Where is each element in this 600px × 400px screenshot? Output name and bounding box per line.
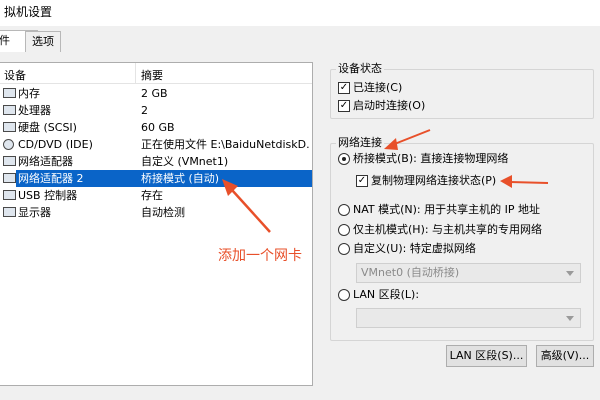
device-summary: 2 bbox=[141, 104, 148, 117]
chevron-down-icon bbox=[566, 271, 574, 276]
replicate-state-checkbox[interactable]: ✓ bbox=[356, 175, 368, 187]
device-summary: 60 GB bbox=[141, 121, 175, 134]
bridged-label[interactable]: 桥接模式(B): 直接连接物理网络 bbox=[353, 152, 508, 166]
device-row-cd-dvd[interactable]: CD/DVD (IDE) 正在使用文件 E:\BaiduNetdiskD... bbox=[0, 136, 312, 153]
display-icon bbox=[3, 207, 16, 217]
column-divider[interactable] bbox=[135, 63, 136, 83]
lan-segment-radio[interactable] bbox=[338, 289, 350, 301]
device-name: 网络适配器 bbox=[18, 155, 73, 168]
device-row-display[interactable]: 显示器 自动检测 bbox=[0, 204, 312, 221]
lan-segments-button[interactable]: LAN 区段(S)... bbox=[446, 345, 527, 367]
device-row-network-adapter-2[interactable]: 网络适配器 2 桥接模式 (自动) bbox=[0, 170, 312, 187]
advanced-button[interactable]: 高级(V)... bbox=[536, 345, 594, 367]
window-title-bar: 拟机设置 bbox=[0, 0, 600, 26]
device-row-cpu[interactable]: 处理器 2 bbox=[0, 102, 312, 119]
network-adapter-icon bbox=[3, 173, 16, 183]
connected-label[interactable]: 已连接(C) bbox=[353, 81, 402, 95]
device-summary: 自定义 (VMnet1) bbox=[141, 155, 229, 168]
window-title: 拟机设置 bbox=[4, 5, 53, 19]
host-only-radio[interactable] bbox=[338, 224, 350, 236]
cpu-icon bbox=[3, 105, 16, 115]
device-name: 网络适配器 2 bbox=[18, 172, 84, 185]
column-header-device[interactable]: 设备 bbox=[4, 67, 26, 83]
device-name: USB 控制器 bbox=[18, 189, 78, 202]
custom-radio[interactable] bbox=[338, 243, 350, 255]
lan-segment-label[interactable]: LAN 区段(L): bbox=[353, 288, 419, 302]
host-only-label[interactable]: 仅主机模式(H): 与主机共享的专用网络 bbox=[353, 223, 542, 237]
device-name: 处理器 bbox=[18, 104, 51, 117]
bridged-radio[interactable] bbox=[338, 153, 350, 165]
lan-segment-select[interactable] bbox=[356, 308, 581, 328]
device-name: 内存 bbox=[18, 87, 40, 100]
device-name: CD/DVD (IDE) bbox=[18, 138, 93, 151]
tab-bar: 件 选项 bbox=[0, 26, 600, 53]
custom-network-select-value: VMnet0 (自动桥接) bbox=[361, 266, 460, 279]
nat-label[interactable]: NAT 模式(N): 用于共享主机的 IP 地址 bbox=[353, 203, 540, 217]
usb-icon bbox=[3, 190, 16, 200]
network-connection-title: 网络连接 bbox=[336, 136, 384, 150]
device-summary: 自动检测 bbox=[141, 206, 185, 219]
device-name: 硬盘 (SCSI) bbox=[18, 121, 77, 134]
device-row-usb[interactable]: USB 控制器 存在 bbox=[0, 187, 312, 204]
device-row-network-adapter[interactable]: 网络适配器 自定义 (VMnet1) bbox=[0, 153, 312, 170]
connect-at-power-on-checkbox[interactable]: ✓ bbox=[338, 100, 350, 112]
custom-label[interactable]: 自定义(U): 特定虚拟网络 bbox=[353, 242, 476, 256]
nat-radio[interactable] bbox=[338, 204, 350, 216]
cd-dvd-icon bbox=[3, 139, 14, 150]
chevron-down-icon bbox=[566, 316, 574, 321]
device-summary: 存在 bbox=[141, 189, 163, 202]
device-status-title: 设备状态 bbox=[336, 62, 384, 76]
column-header-summary[interactable]: 摘要 bbox=[141, 67, 163, 83]
device-row-hard-disk[interactable]: 硬盘 (SCSI) 60 GB bbox=[0, 119, 312, 136]
hard-disk-icon bbox=[3, 122, 16, 132]
annotation-text: 添加一个网卡 bbox=[218, 248, 302, 264]
custom-network-select[interactable]: VMnet0 (自动桥接) bbox=[356, 263, 581, 283]
tab-options[interactable]: 选项 bbox=[25, 31, 61, 52]
network-adapter-icon bbox=[3, 156, 16, 166]
memory-icon bbox=[3, 88, 16, 98]
device-row-memory[interactable]: 内存 2 GB bbox=[0, 85, 312, 102]
device-name: 显示器 bbox=[18, 206, 51, 219]
replicate-state-label[interactable]: 复制物理网络连接状态(P) bbox=[371, 174, 496, 188]
device-summary: 2 GB bbox=[141, 87, 168, 100]
device-list[interactable]: 设备 摘要 内存 2 GB 处理器 2 硬盘 (SCSI) 60 GB CD/D… bbox=[0, 62, 313, 386]
device-summary: 桥接模式 (自动) bbox=[141, 172, 220, 185]
device-list-header: 设备 摘要 bbox=[0, 63, 312, 84]
connected-checkbox[interactable]: ✓ bbox=[338, 82, 350, 94]
connect-at-power-on-label[interactable]: 启动时连接(O) bbox=[353, 99, 425, 113]
device-summary: 正在使用文件 E:\BaiduNetdiskD... bbox=[141, 138, 309, 151]
